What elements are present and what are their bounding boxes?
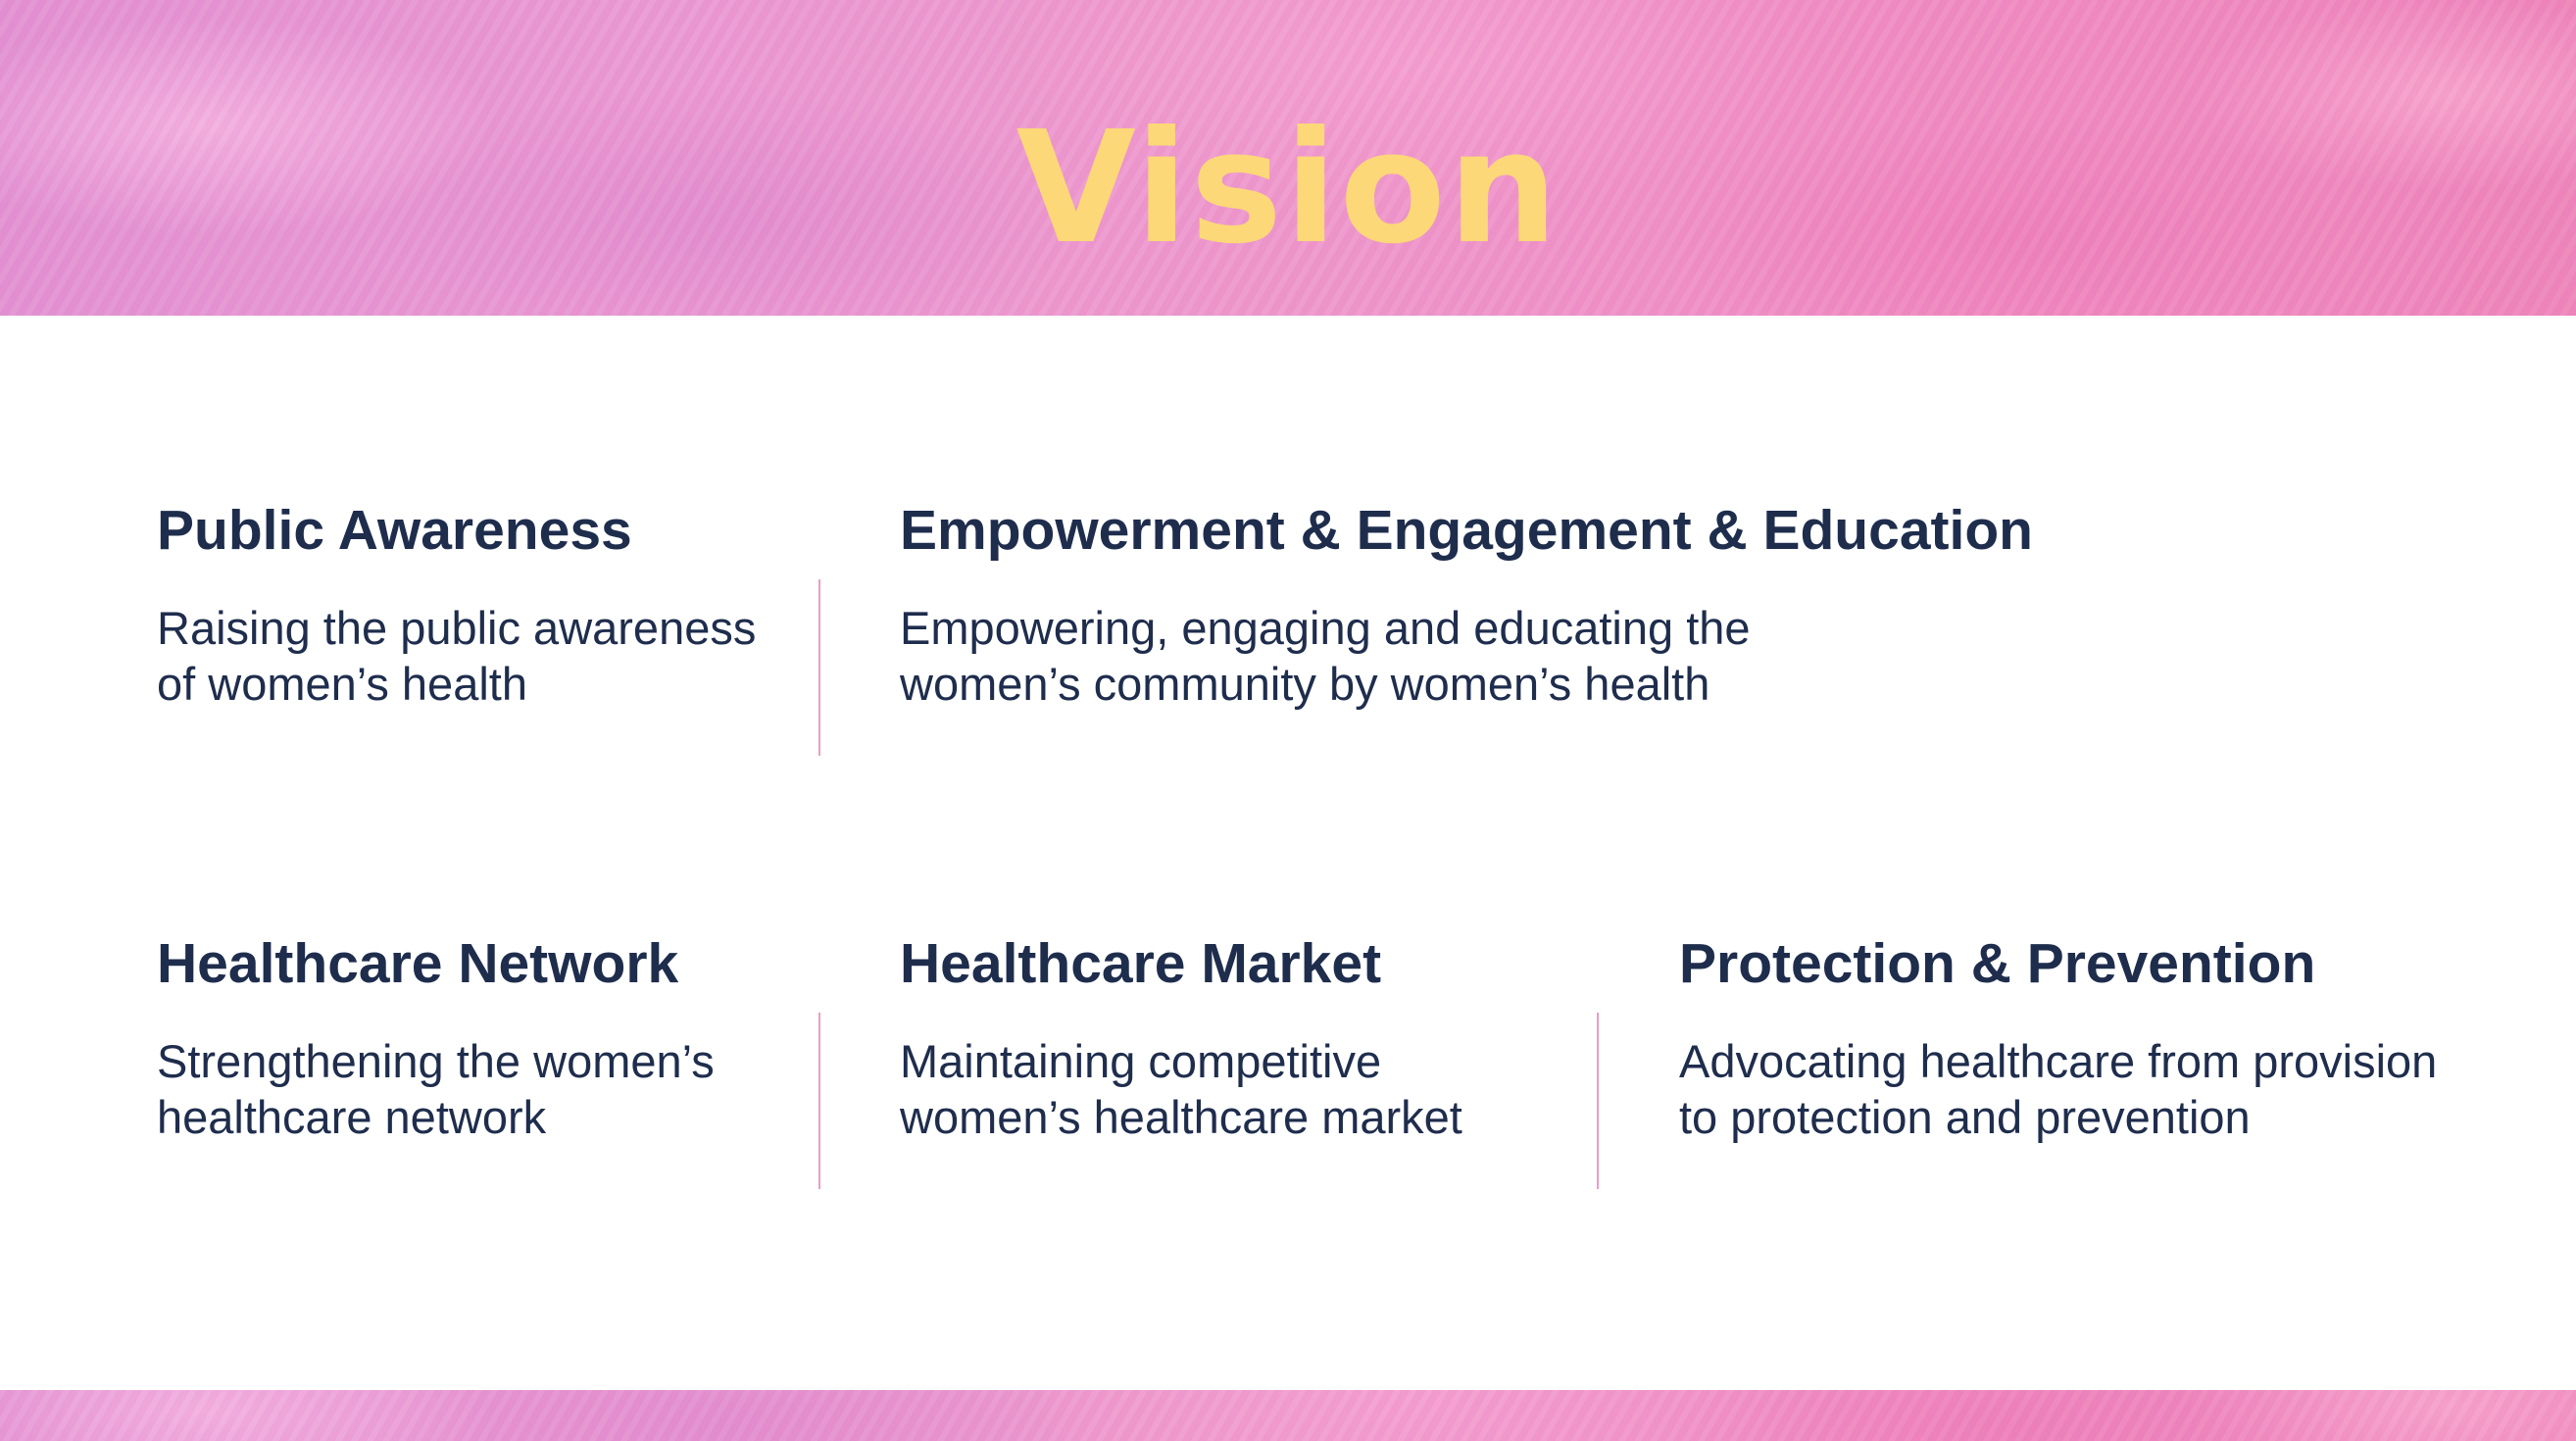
desc-line: to protection and prevention xyxy=(1679,1091,2251,1143)
heading-healthcare-market: Healthcare Market xyxy=(900,932,1382,995)
desc-line: women’s community by women’s health xyxy=(900,658,1710,710)
desc-line: Strengthening the women’s xyxy=(157,1035,715,1087)
heading-empowerment: Empowerment & Engagement & Education xyxy=(900,499,2033,562)
desc-line: women’s healthcare market xyxy=(900,1091,1462,1143)
desc-protection-prevention: Advocating healthcare from provision to … xyxy=(1679,1033,2522,1145)
desc-line: of women’s health xyxy=(157,658,527,710)
heading-healthcare-network: Healthcare Network xyxy=(157,932,679,995)
slide: Vision Public Awareness Raising the publ… xyxy=(0,0,2576,1441)
desc-line: Empowering, engaging and educating the xyxy=(900,602,1751,654)
desc-empowerment: Empowering, engaging and educating the w… xyxy=(900,600,1880,712)
desc-line: healthcare network xyxy=(157,1091,547,1143)
desc-line: Raising the public awareness xyxy=(157,602,757,654)
column-divider xyxy=(1597,1013,1599,1189)
footer-banner xyxy=(0,1390,2576,1441)
slide-title: Vision xyxy=(1016,98,1560,278)
desc-public-awareness: Raising the public awareness of women’s … xyxy=(157,600,843,712)
heading-protection-prevention: Protection & Prevention xyxy=(1679,932,2316,995)
desc-healthcare-network: Strengthening the women’s healthcare net… xyxy=(157,1033,843,1145)
desc-line: Advocating healthcare from provision xyxy=(1679,1035,2438,1087)
heading-public-awareness: Public Awareness xyxy=(157,499,632,562)
column-divider xyxy=(818,579,820,756)
desc-line: Maintaining competitive xyxy=(900,1035,1382,1087)
column-divider xyxy=(818,1013,820,1189)
desc-healthcare-market: Maintaining competitive women’s healthca… xyxy=(900,1033,1586,1145)
